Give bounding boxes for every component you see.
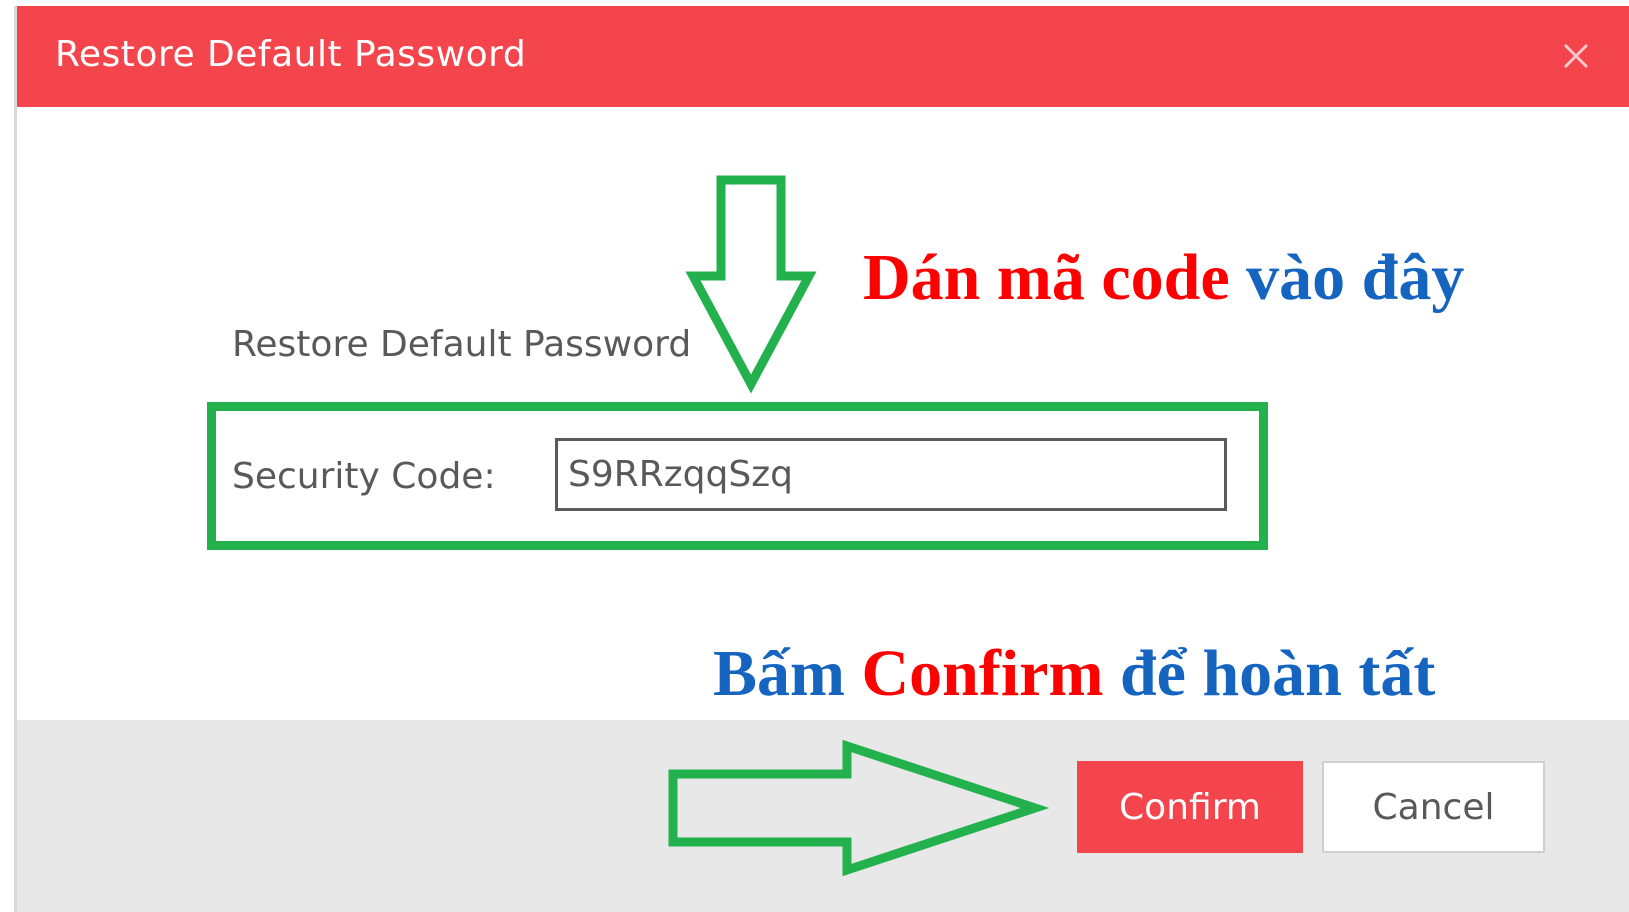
- dialog-footer: Confirm Cancel: [17, 720, 1629, 912]
- restore-password-dialog: Restore Default Password Restore Default…: [14, 6, 1629, 912]
- annotation-highlight-box: [207, 402, 1268, 550]
- paste-instruction-part1: Dán mã code: [863, 241, 1230, 314]
- paste-instruction-annotation: Dán mã code vào đây: [863, 240, 1464, 316]
- close-icon[interactable]: [1556, 36, 1596, 76]
- confirm-instruction-part3: để hoàn tất: [1119, 637, 1436, 710]
- down-arrow-annotation-icon: [685, 175, 817, 394]
- confirm-instruction-part1: Bấm: [713, 637, 845, 710]
- cancel-button[interactable]: Cancel: [1322, 761, 1545, 853]
- confirm-instruction-annotation: Bấm Confirm để hoàn tất: [713, 636, 1435, 712]
- confirm-button[interactable]: Confirm: [1077, 761, 1303, 853]
- confirm-instruction-part2: Confirm: [861, 637, 1104, 710]
- right-arrow-annotation-icon: [668, 739, 1050, 877]
- section-heading: Restore Default Password: [232, 324, 692, 365]
- paste-instruction-part2: vào đây: [1246, 241, 1465, 314]
- dialog-titlebar: Restore Default Password: [17, 6, 1629, 107]
- dialog-title: Restore Default Password: [55, 34, 527, 75]
